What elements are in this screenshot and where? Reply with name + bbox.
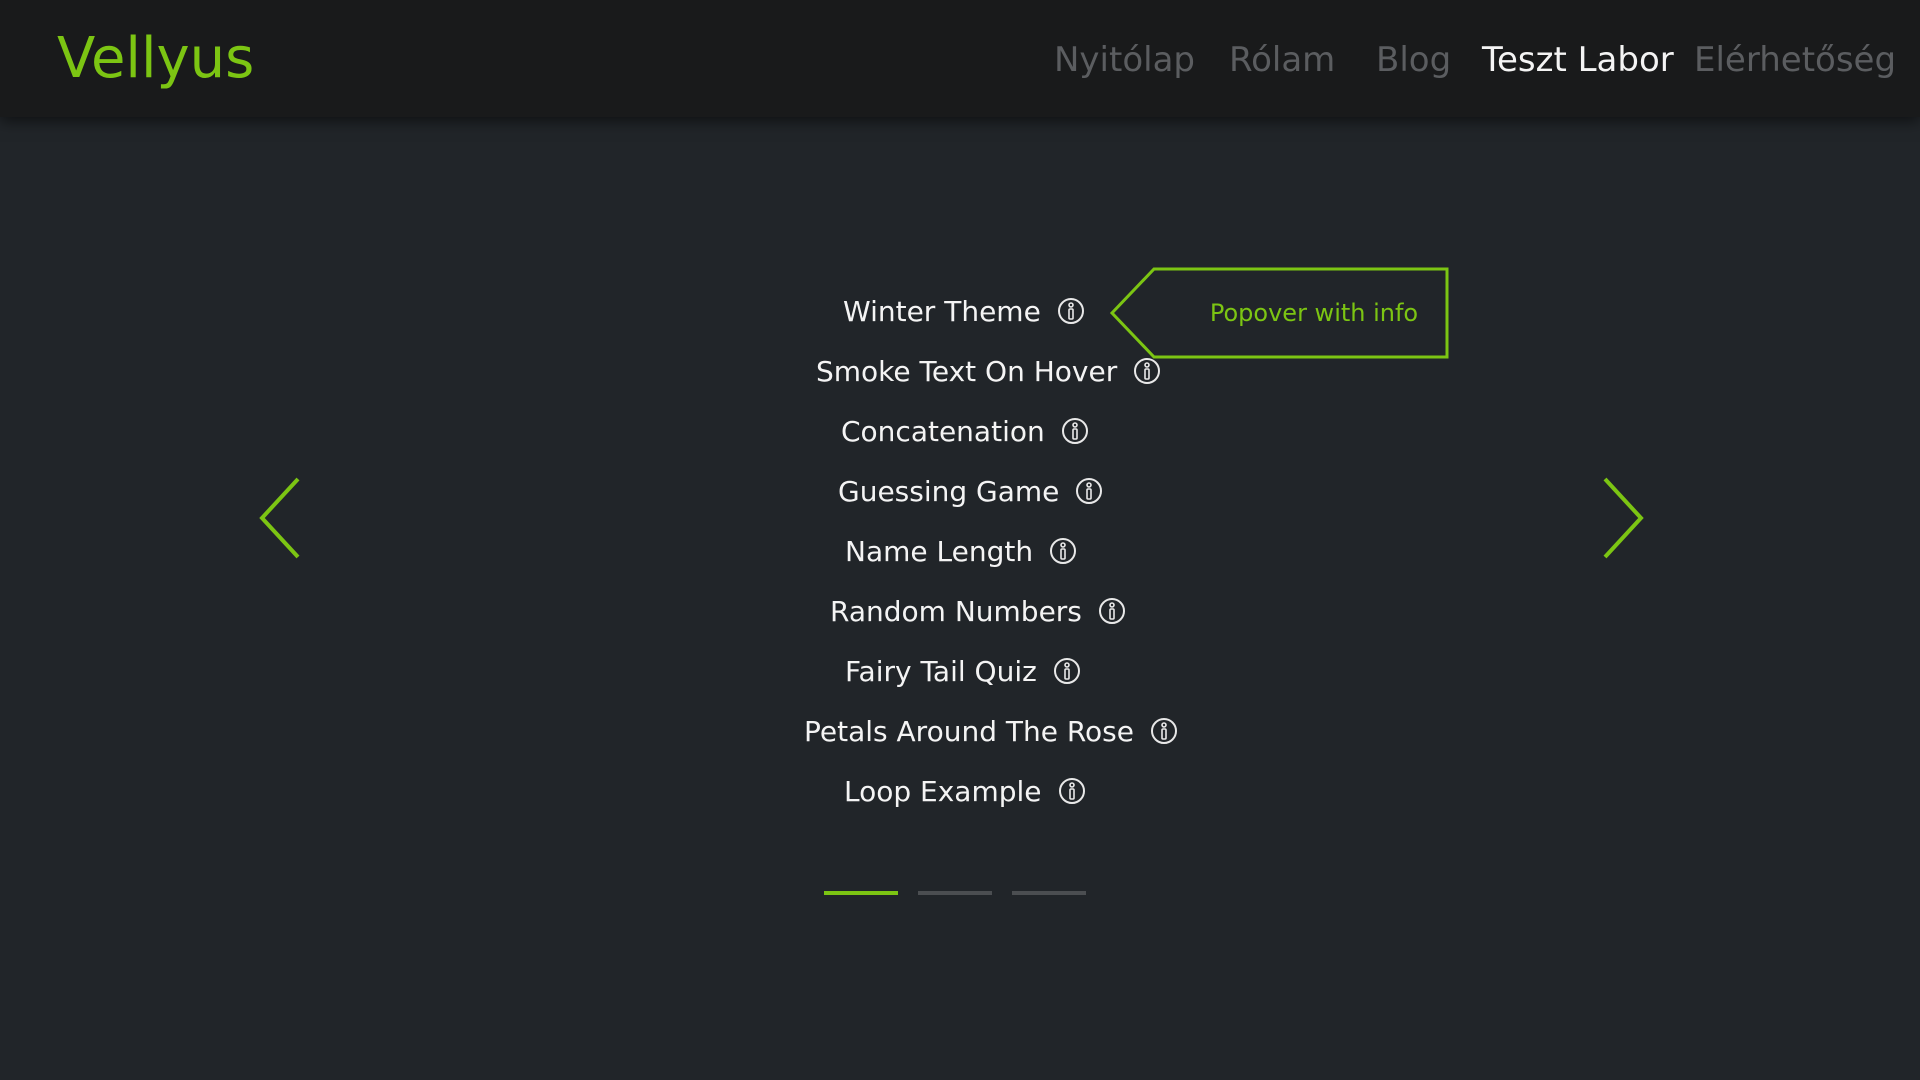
item-label-fairy-tail-quiz[interactable]: Fairy Tail Quiz — [845, 655, 1037, 688]
chevron-left-icon[interactable] — [256, 475, 304, 561]
list-item: Petals Around The Rose — [804, 709, 1178, 753]
info-popover: Popover with info — [1109, 267, 1449, 359]
info-icon[interactable] — [1058, 777, 1086, 805]
list-item: Loop Example — [844, 769, 1086, 813]
info-icon[interactable] — [1061, 417, 1089, 445]
item-label-name-length[interactable]: Name Length — [845, 535, 1033, 568]
info-icon[interactable] — [1057, 297, 1085, 325]
navbar: Vellyus Nyitólap Rólam Blog Teszt Labor … — [0, 0, 1920, 117]
nav-item-elerhetoseg[interactable]: Elérhetőség — [1694, 38, 1896, 82]
carousel-indicator-1[interactable] — [824, 891, 898, 895]
info-icon[interactable] — [1075, 477, 1103, 505]
info-icon[interactable] — [1133, 357, 1161, 385]
item-label-loop-example[interactable]: Loop Example — [844, 775, 1042, 808]
carousel-indicator-2[interactable] — [918, 891, 992, 895]
info-icon[interactable] — [1098, 597, 1126, 625]
list-item: Random Numbers — [830, 589, 1126, 633]
info-icon[interactable] — [1049, 537, 1077, 565]
info-icon[interactable] — [1150, 717, 1178, 745]
project-carousel: Winter Theme Smoke Text On Hover Concate… — [0, 117, 1920, 1080]
nav-item-rolam[interactable]: Rólam — [1229, 38, 1335, 82]
info-icon[interactable] — [1053, 657, 1081, 685]
item-label-petals-around-the-rose[interactable]: Petals Around The Rose — [804, 715, 1134, 748]
item-label-guessing-game[interactable]: Guessing Game — [838, 475, 1059, 508]
chevron-right-icon[interactable] — [1599, 475, 1647, 561]
list-item: Name Length — [845, 529, 1077, 573]
list-item: Guessing Game — [838, 469, 1103, 513]
nav-item-teszt-labor[interactable]: Teszt Labor — [1482, 38, 1674, 82]
carousel-indicator-3[interactable] — [1012, 891, 1086, 895]
popover-text: Popover with info — [1209, 299, 1419, 327]
item-label-concatenation[interactable]: Concatenation — [841, 415, 1045, 448]
item-label-winter-theme[interactable]: Winter Theme — [843, 295, 1041, 328]
list-item: Fairy Tail Quiz — [845, 649, 1081, 693]
brand-logo[interactable]: Vellyus — [57, 25, 254, 93]
item-label-smoke-text-on-hover[interactable]: Smoke Text On Hover — [816, 355, 1117, 388]
list-item: Winter Theme — [843, 289, 1085, 333]
nav-item-blog[interactable]: Blog — [1376, 38, 1451, 82]
item-label-random-numbers[interactable]: Random Numbers — [830, 595, 1082, 628]
list-item: Concatenation — [841, 409, 1089, 453]
nav-item-nyitolap[interactable]: Nyitólap — [1054, 38, 1195, 82]
